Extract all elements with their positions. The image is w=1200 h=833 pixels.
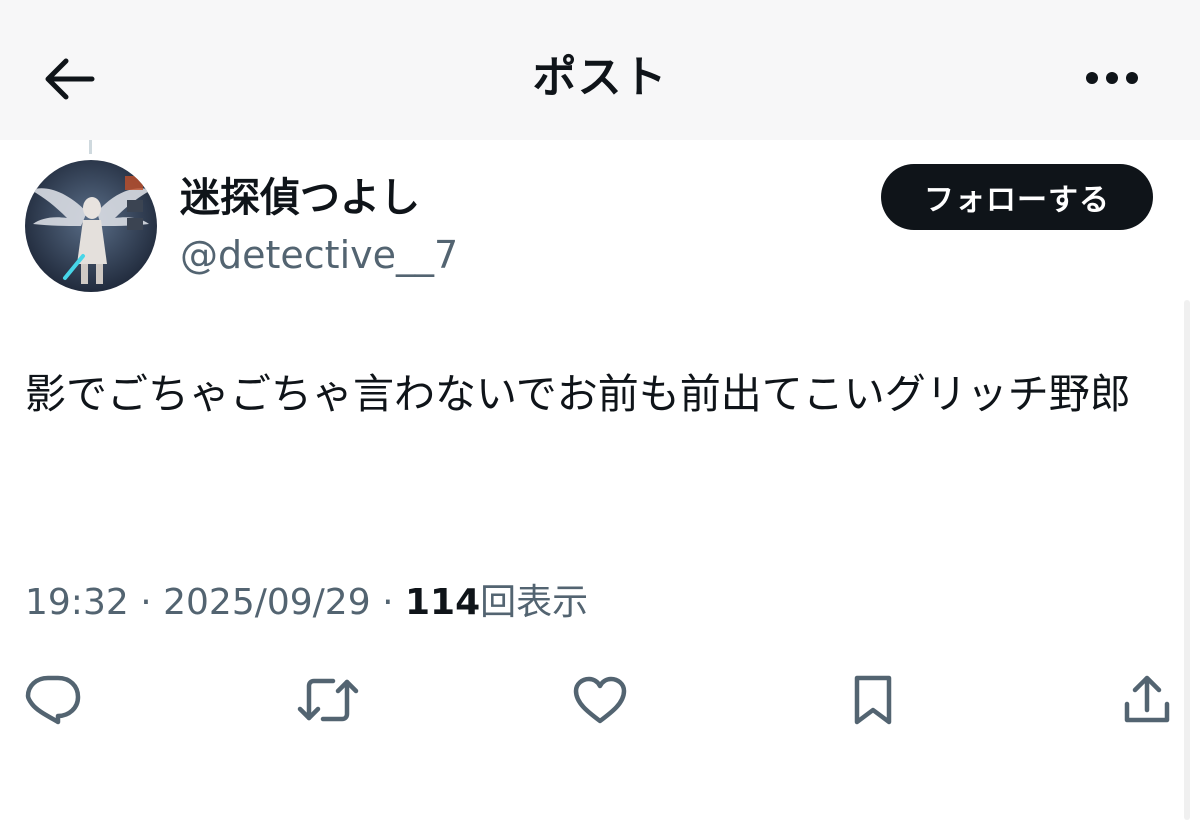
page-title: ポスト xyxy=(532,52,668,103)
share-button[interactable] xyxy=(1115,668,1179,732)
bookmark-button[interactable] xyxy=(841,668,905,732)
post-time: 19:32 xyxy=(25,582,129,623)
meta-separator: · xyxy=(382,582,394,623)
reply-icon xyxy=(25,675,81,725)
post-date: 2025/09/29 xyxy=(163,582,371,623)
like-button[interactable] xyxy=(568,668,632,732)
author-handle[interactable]: @detective__7 xyxy=(180,228,458,282)
meta-separator: · xyxy=(140,582,152,623)
heart-icon xyxy=(573,676,627,724)
repost-button[interactable] xyxy=(296,668,360,732)
follow-button[interactable]: フォローする xyxy=(881,164,1153,230)
views-count[interactable]: 114 xyxy=(405,582,480,623)
top-navigation-bar: ポスト xyxy=(0,0,1200,140)
author-display-name[interactable]: 迷探偵つよし xyxy=(180,170,420,226)
bookmark-icon xyxy=(854,675,892,725)
more-horizontal-icon xyxy=(1086,72,1138,84)
reply-button[interactable] xyxy=(21,668,85,732)
views-label: 回表示 xyxy=(480,582,589,623)
more-options-button[interactable] xyxy=(1080,52,1144,104)
post-metadata: 19:32 · 2025/09/29 · 114回表示 xyxy=(25,576,588,630)
scrollbar[interactable] xyxy=(1184,300,1190,820)
avatar[interactable] xyxy=(25,160,157,292)
thread-connector-line xyxy=(89,140,92,154)
post-text: 影でごちゃごちゃ言わないでお前も前出てこいグリッチ野郎 xyxy=(25,370,1131,418)
repost-icon xyxy=(297,678,359,722)
share-icon xyxy=(1124,675,1170,723)
